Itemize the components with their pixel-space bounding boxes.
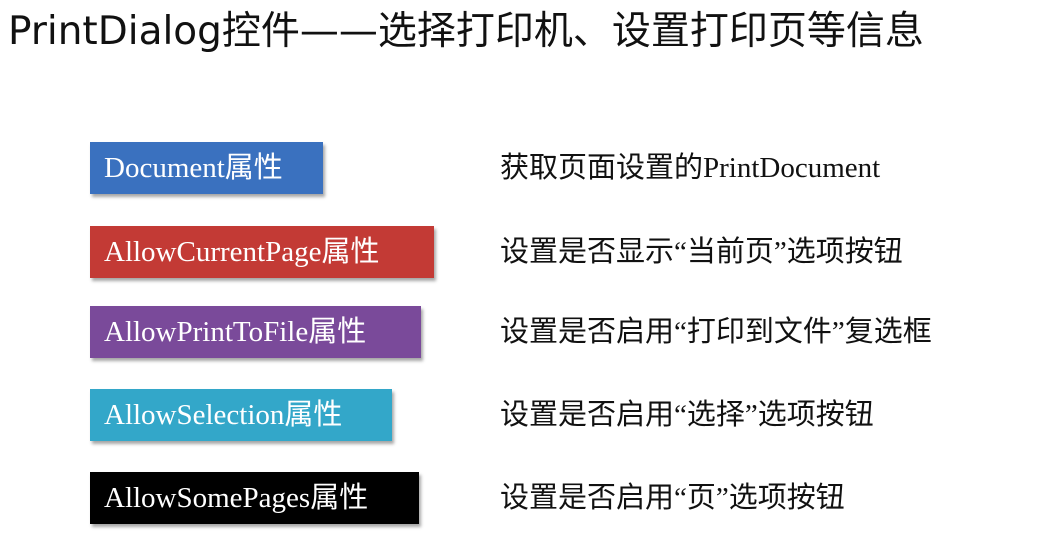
- property-row-allowprinttofile: AllowPrintToFile属性 设置是否启用“打印到文件”复选框: [0, 306, 1055, 366]
- property-tag-allowprinttofile: AllowPrintToFile属性: [90, 306, 421, 358]
- property-description-allowsomepages: 设置是否启用“页”选项按钮: [500, 482, 845, 514]
- property-row-allowsomepages: AllowSomePages属性 设置是否启用“页”选项按钮: [0, 472, 1055, 532]
- slide-title: PrintDialog控件——选择打印机、设置打印页等信息: [8, 9, 924, 54]
- property-description-allowprinttofile: 设置是否启用“打印到文件”复选框: [500, 316, 932, 348]
- property-tag-allowsomepages: AllowSomePages属性: [90, 472, 419, 524]
- property-tag-document: Document属性: [90, 142, 323, 194]
- property-description-allowselection: 设置是否启用“选择”选项按钮: [500, 399, 874, 431]
- property-description-allowcurrentpage: 设置是否显示“当前页”选项按钮: [500, 236, 903, 268]
- property-tag-allowselection: AllowSelection属性: [90, 389, 392, 441]
- property-row-allowcurrentpage: AllowCurrentPage属性 设置是否显示“当前页”选项按钮: [0, 226, 1055, 286]
- property-row-document: Document属性 获取页面设置的PrintDocument: [0, 142, 1055, 202]
- property-row-allowselection: AllowSelection属性 设置是否启用“选择”选项按钮: [0, 389, 1055, 449]
- property-tag-allowcurrentpage: AllowCurrentPage属性: [90, 226, 434, 278]
- property-description-document: 获取页面设置的PrintDocument: [500, 152, 881, 184]
